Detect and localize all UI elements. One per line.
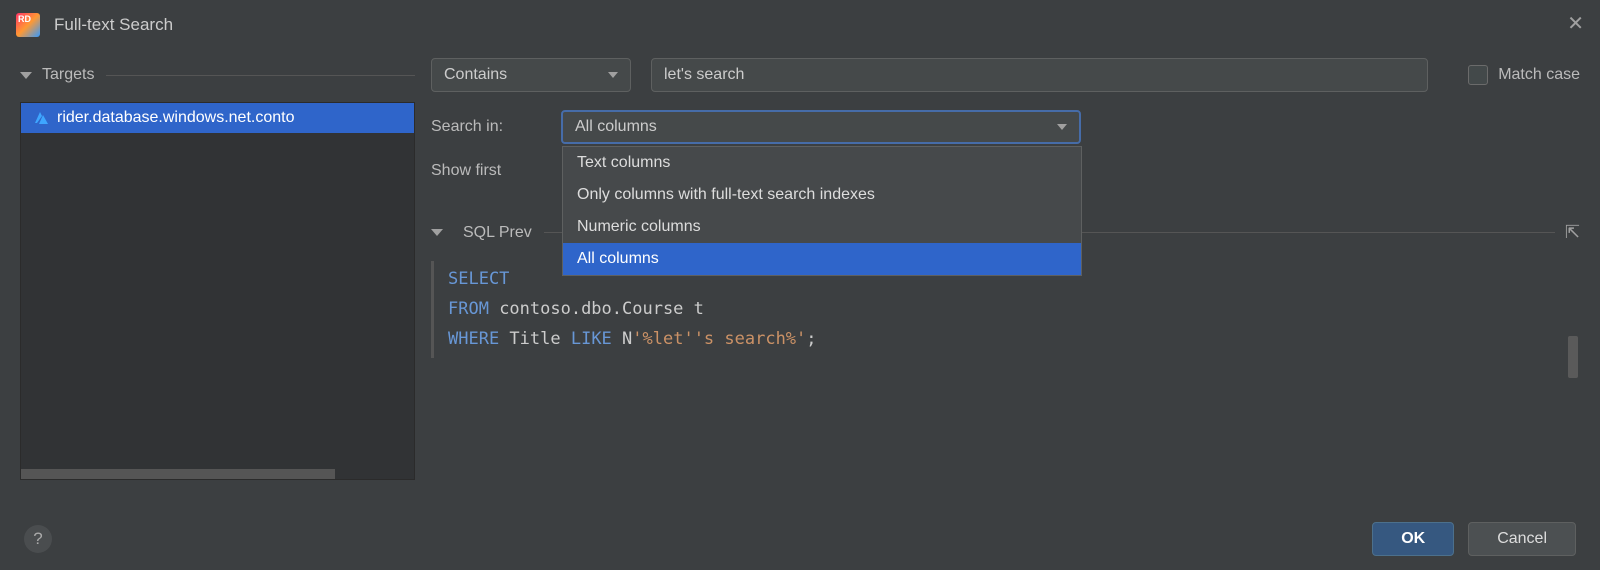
option-numeric-columns[interactable]: Numeric columns xyxy=(563,211,1081,243)
search-in-label: Search in: xyxy=(431,118,541,136)
search-in-dropdown[interactable]: All columns xyxy=(561,110,1081,144)
main-panel: Contains Match case Search in: All colum… xyxy=(431,58,1580,480)
targets-label: Targets xyxy=(42,66,94,84)
cancel-button[interactable]: Cancel xyxy=(1468,522,1576,556)
sql-keyword: LIKE xyxy=(571,329,612,349)
divider xyxy=(106,75,415,76)
external-link-icon[interactable]: ⇱ xyxy=(1565,222,1580,243)
targets-sidebar: Targets rider.database.windows.net.conto xyxy=(20,58,415,480)
sql-keyword: WHERE xyxy=(448,329,499,349)
code-line: WHERE Title LIKE N'%let''s search%'; xyxy=(448,325,1580,355)
sql-string: '%let''s search%' xyxy=(632,329,806,349)
ok-button[interactable]: OK xyxy=(1372,522,1454,556)
horizontal-scrollbar[interactable] xyxy=(21,469,335,479)
option-fulltext-columns[interactable]: Only columns with full-text search index… xyxy=(563,179,1081,211)
sql-text: Title xyxy=(499,329,571,349)
titlebar: Full-text Search ✕ xyxy=(0,0,1600,50)
chevron-down-icon xyxy=(20,72,32,79)
search-mode-dropdown[interactable]: Contains xyxy=(431,58,631,92)
sql-preview-label: SQL Prev xyxy=(463,224,532,242)
sql-text: ; xyxy=(806,329,816,349)
code-line: FROM contoso.dbo.Course t xyxy=(448,295,1580,325)
close-icon[interactable]: ✕ xyxy=(1567,14,1584,34)
chevron-down-icon xyxy=(1057,124,1067,130)
show-first-label: Show first xyxy=(431,162,541,180)
match-case-option[interactable]: Match case xyxy=(1468,65,1580,85)
app-icon xyxy=(16,13,40,37)
target-item[interactable]: rider.database.windows.net.conto xyxy=(21,103,414,133)
azure-icon xyxy=(31,111,49,125)
sql-keyword: SELECT xyxy=(448,269,509,289)
chevron-down-icon xyxy=(608,72,618,78)
sql-text: contoso.dbo.Course t xyxy=(489,299,704,319)
targets-header[interactable]: Targets xyxy=(20,58,415,92)
dialog-footer: ? OK Cancel xyxy=(0,522,1600,556)
window-title: Full-text Search xyxy=(54,15,173,35)
sql-text: N xyxy=(612,329,632,349)
sql-keyword: FROM xyxy=(448,299,489,319)
search-in-row: Search in: All columns xyxy=(431,110,1580,144)
search-row: Contains Match case xyxy=(431,58,1580,92)
chevron-down-icon xyxy=(431,229,443,236)
search-mode-value: Contains xyxy=(444,66,507,84)
option-text-columns[interactable]: Text columns xyxy=(563,147,1081,179)
search-query-input[interactable] xyxy=(651,58,1428,92)
match-case-label: Match case xyxy=(1498,66,1580,84)
search-in-value: All columns xyxy=(575,118,657,136)
vertical-scrollbar[interactable] xyxy=(1568,336,1578,378)
search-in-options-popup: Text columns Only columns with full-text… xyxy=(562,146,1082,276)
option-all-columns[interactable]: All columns xyxy=(563,243,1081,275)
targets-list[interactable]: rider.database.windows.net.conto xyxy=(20,102,415,480)
help-icon[interactable]: ? xyxy=(24,525,52,553)
target-item-label: rider.database.windows.net.conto xyxy=(57,109,294,127)
match-case-checkbox[interactable] xyxy=(1468,65,1488,85)
